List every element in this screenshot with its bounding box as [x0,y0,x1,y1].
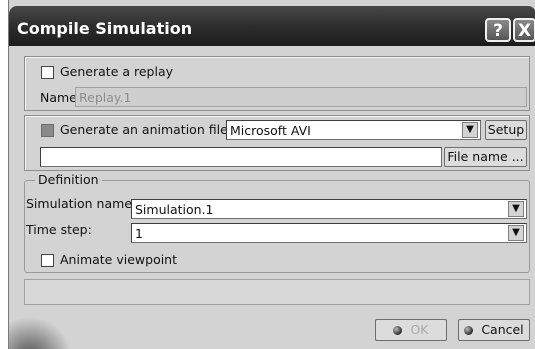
animate-viewpoint-checkbox[interactable] [41,254,54,267]
help-button[interactable]: ? [485,18,511,42]
chevron-down-icon[interactable]: ▼ [462,122,478,138]
ok-icon [393,326,403,335]
definition-group-label: Definition [35,172,102,187]
cancel-icon [464,326,474,335]
time-step-select[interactable]: 1 ▼ [131,223,527,243]
cancel-button[interactable]: Cancel [458,319,530,341]
ok-button-label: OK [410,322,429,337]
simulation-name-value: Simulation.1 [135,202,214,217]
time-step-value: 1 [135,226,143,241]
setup-button[interactable]: Setup [485,120,527,140]
ok-button[interactable]: OK [375,319,447,341]
file-name-button[interactable]: File name ... [444,147,527,167]
generate-animation-checkbox[interactable] [41,124,54,137]
simulation-name-label: Simulation name: [26,196,137,211]
animation-format-select[interactable]: Microsoft AVI ▼ [226,120,481,140]
chevron-down-icon[interactable]: ▼ [508,201,524,217]
replay-name-field[interactable]: Replay.1 [75,87,527,107]
cancel-button-label: Cancel [481,322,524,337]
close-button[interactable]: X [513,18,535,42]
definition-group: Definition Simulation name: Simulation.1… [24,172,530,273]
animate-viewpoint-label: Animate viewpoint [60,252,178,267]
compile-simulation-dialog: Compile Simulation ? X Generate a replay… [8,0,535,349]
animation-panel: Generate an animation file Microsoft AVI… [24,115,530,171]
simulation-name-select[interactable]: Simulation.1 ▼ [131,199,527,219]
animation-format-value: Microsoft AVI [230,123,311,138]
generate-replay-label: Generate a replay [60,64,174,79]
animation-file-path-field[interactable] [40,147,442,167]
replay-panel: Generate a replay Name: Replay.1 [24,56,530,111]
time-step-label: Time step: [26,222,92,237]
title-bar: Compile Simulation ? X [9,6,535,46]
window-title: Compile Simulation [17,19,193,38]
window-resize-grip [9,310,79,349]
generate-animation-label: Generate an animation file [60,122,228,137]
chevron-down-icon[interactable]: ▼ [508,225,524,241]
generate-replay-checkbox[interactable] [41,66,54,79]
status-bar [24,279,530,305]
